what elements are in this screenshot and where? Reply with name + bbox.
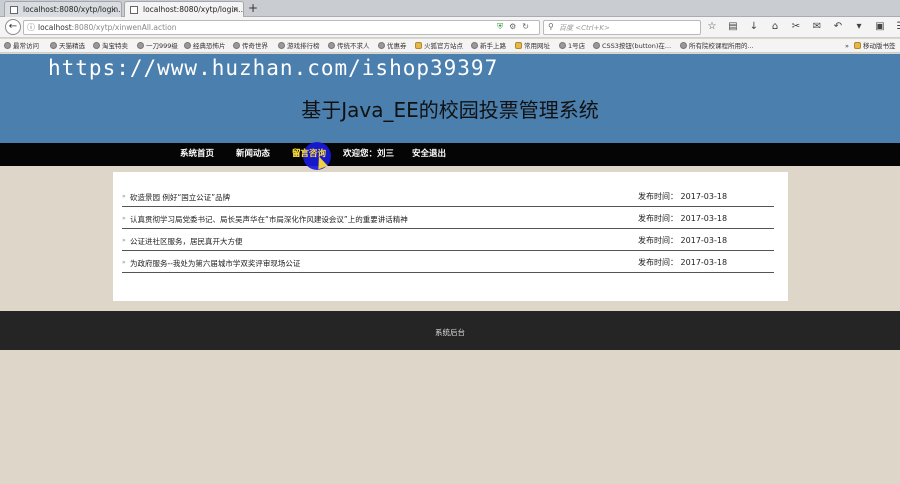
- bullet-icon: »: [122, 215, 126, 222]
- new-tab-button[interactable]: +: [248, 1, 258, 15]
- bookmark-icon: [471, 42, 478, 49]
- bookmark-item[interactable]: 优惠券: [378, 40, 407, 52]
- bookmarks-bar: 最常访问 天猫精选 淘宝特卖 一刀999级 经典恐怖片 传奇世界 游戏排行榜 传…: [0, 39, 900, 53]
- menu-item-home[interactable]: 系统首页: [180, 143, 214, 166]
- list-item[interactable]: » 认真贯彻学习局党委书记、局长吴声华在“市局深化作风建设会议”上的重要讲话精神…: [122, 207, 774, 229]
- news-date: 发布时间： 2017-03-18: [638, 236, 728, 245]
- bookmark-icon: [4, 42, 11, 49]
- menu-item-logout[interactable]: 安全退出: [412, 143, 446, 166]
- bookmark-item[interactable]: 1号店: [559, 40, 585, 52]
- bullet-icon: »: [122, 193, 126, 200]
- browser-tab-1[interactable]: localhost:8080/xytp/login... ×: [4, 1, 122, 17]
- menu-item-messages-overlay[interactable]: 留言咨询: [292, 143, 326, 166]
- page-icon: [130, 6, 138, 14]
- url-bar-icons: ⛨⚙↻: [497, 22, 535, 32]
- tab-title: localhost:8080/xytp/login...: [143, 5, 244, 14]
- bookmark-item[interactable]: 经典恐怖片: [184, 40, 226, 52]
- url-text: localhost:8080/xytp/xinwenAll.action: [38, 23, 177, 32]
- news-list: » 砍造景园 例好“国立公证”品牌 发布时间： 2017-03-18 » 认真贯…: [113, 172, 788, 301]
- bookmark-icon: [559, 42, 566, 49]
- undo-icon[interactable]: ↶: [832, 20, 844, 35]
- bookmark-item[interactable]: 传统不求人: [328, 40, 370, 52]
- news-date: 发布时间： 2017-03-18: [638, 192, 728, 201]
- watermark-url: https://www.huzhan.com/ishop39397: [48, 56, 499, 80]
- browser-tab-bar: localhost:8080/xytp/login... × localhost…: [0, 0, 900, 17]
- news-title[interactable]: 砍造景园 例好“国立公证”品牌: [130, 192, 230, 203]
- screenshot-icon[interactable]: ✂: [790, 20, 802, 35]
- chat-icon[interactable]: ✉: [811, 20, 823, 35]
- arrow-left-icon: ←: [8, 21, 18, 32]
- search-placeholder: 百度 <Ctrl+K>: [559, 24, 610, 32]
- bullet-icon: »: [122, 259, 126, 266]
- bookmark-icon: [328, 42, 335, 49]
- menu-icon[interactable]: ☰: [895, 20, 900, 35]
- shield-icon[interactable]: ⛨: [497, 22, 509, 31]
- page-icon: [10, 6, 18, 14]
- extension-icon[interactable]: ⚙: [509, 22, 522, 31]
- bookmark-icon: [233, 42, 240, 49]
- bookmark-icon: [278, 42, 285, 49]
- toolbar-icons: ☆ ▤ ↓ ⌂ ✂ ✉ ↶ ▾ ▣ ☰: [706, 20, 900, 35]
- url-bar[interactable]: ⓘ localhost:8080/xytp/xinwenAll.action ⛨…: [23, 20, 540, 35]
- browser-tab-2[interactable]: localhost:8080/xytp/login... ×: [124, 1, 244, 17]
- news-title[interactable]: 认真贯彻学习局党委书记、局长吴声华在“市局深化作风建设会议”上的重要讲话精神: [130, 214, 408, 225]
- bookmark-icon: [184, 42, 191, 49]
- tab-title: localhost:8080/xytp/login...: [23, 5, 122, 14]
- reload-icon[interactable]: ↻: [522, 22, 535, 31]
- window-icon[interactable]: ▣: [874, 20, 886, 35]
- folder-icon: [854, 42, 861, 49]
- bookmark-item[interactable]: 淘宝特卖: [93, 40, 128, 52]
- bookmark-item[interactable]: 新手上路: [471, 40, 506, 52]
- bookmark-item[interactable]: 传奇世界: [233, 40, 268, 52]
- list-item[interactable]: » 砍造景园 例好“国立公证”品牌 发布时间： 2017-03-18: [122, 185, 774, 207]
- browser-nav-bar: ← ⓘ localhost:8080/xytp/xinwenAll.action…: [0, 17, 900, 38]
- admin-link[interactable]: 系统后台: [0, 327, 900, 338]
- news-date: 发布时间： 2017-03-18: [638, 214, 728, 223]
- bookmark-item[interactable]: 火狐官方站点: [415, 40, 463, 52]
- bookmark-item[interactable]: 游戏排行榜: [278, 40, 320, 52]
- dropdown-icon[interactable]: ▾: [853, 20, 865, 35]
- folder-icon: [515, 42, 522, 49]
- bookmark-star-icon[interactable]: ☆: [706, 20, 718, 35]
- main-menu: 系统首页 新闻动态 留言咨询 欢迎您：刘三 安全退出: [0, 143, 900, 166]
- close-icon[interactable]: ×: [232, 2, 239, 17]
- search-icon: ⚲: [548, 22, 554, 31]
- bookmark-item[interactable]: 一刀999级: [137, 40, 178, 52]
- bookmark-icon: [137, 42, 144, 49]
- bookmark-icon: [593, 42, 600, 49]
- bookmark-icon: [93, 42, 100, 49]
- back-button[interactable]: ←: [5, 19, 21, 35]
- mobile-bookmarks[interactable]: 移动版书签: [854, 40, 896, 52]
- bookmark-item[interactable]: 天猫精选: [50, 40, 85, 52]
- bookmark-icon: [680, 42, 687, 49]
- site-header: https://www.huzhan.com/ishop39397 基于Java…: [0, 54, 900, 143]
- reading-list-icon[interactable]: ▤: [727, 20, 739, 35]
- bookmark-item[interactable]: 常用网址: [515, 40, 550, 52]
- info-icon: ⓘ: [27, 23, 35, 32]
- menu-item-news[interactable]: 新闻动态: [236, 143, 270, 166]
- welcome-user: 欢迎您：刘三: [343, 149, 395, 159]
- bookmark-icon: [50, 42, 57, 49]
- folder-icon: [415, 42, 422, 49]
- news-title[interactable]: 公证进社区服务，居民真开大方便: [130, 236, 243, 247]
- close-icon[interactable]: ×: [110, 2, 117, 17]
- site-footer: 系统后台: [0, 311, 900, 350]
- download-icon[interactable]: ↓: [748, 20, 760, 35]
- bookmark-item[interactable]: 最常访问: [4, 40, 39, 52]
- page-title: 基于Java_EE的校园投票管理系统: [301, 98, 599, 122]
- list-item[interactable]: » 公证进社区服务，居民真开大方便 发布时间： 2017-03-18: [122, 229, 774, 251]
- bookmark-item[interactable]: 所有院校课程所用的...: [680, 40, 754, 52]
- news-title[interactable]: 为政府服务--我处为第六届城市学双奖评审现场公证: [130, 258, 300, 269]
- list-item[interactable]: » 为政府服务--我处为第六届城市学双奖评审现场公证 发布时间： 2017-03…: [122, 251, 774, 273]
- bookmarks-overflow[interactable]: »: [845, 40, 849, 52]
- home-icon[interactable]: ⌂: [769, 20, 781, 35]
- bullet-icon: »: [122, 237, 126, 244]
- bookmark-item[interactable]: CSS3按钮(button)在...: [593, 40, 671, 52]
- news-date: 发布时间： 2017-03-18: [638, 258, 728, 267]
- bookmark-icon: [378, 42, 385, 49]
- search-box[interactable]: ⚲ 百度 <Ctrl+K>: [543, 20, 701, 35]
